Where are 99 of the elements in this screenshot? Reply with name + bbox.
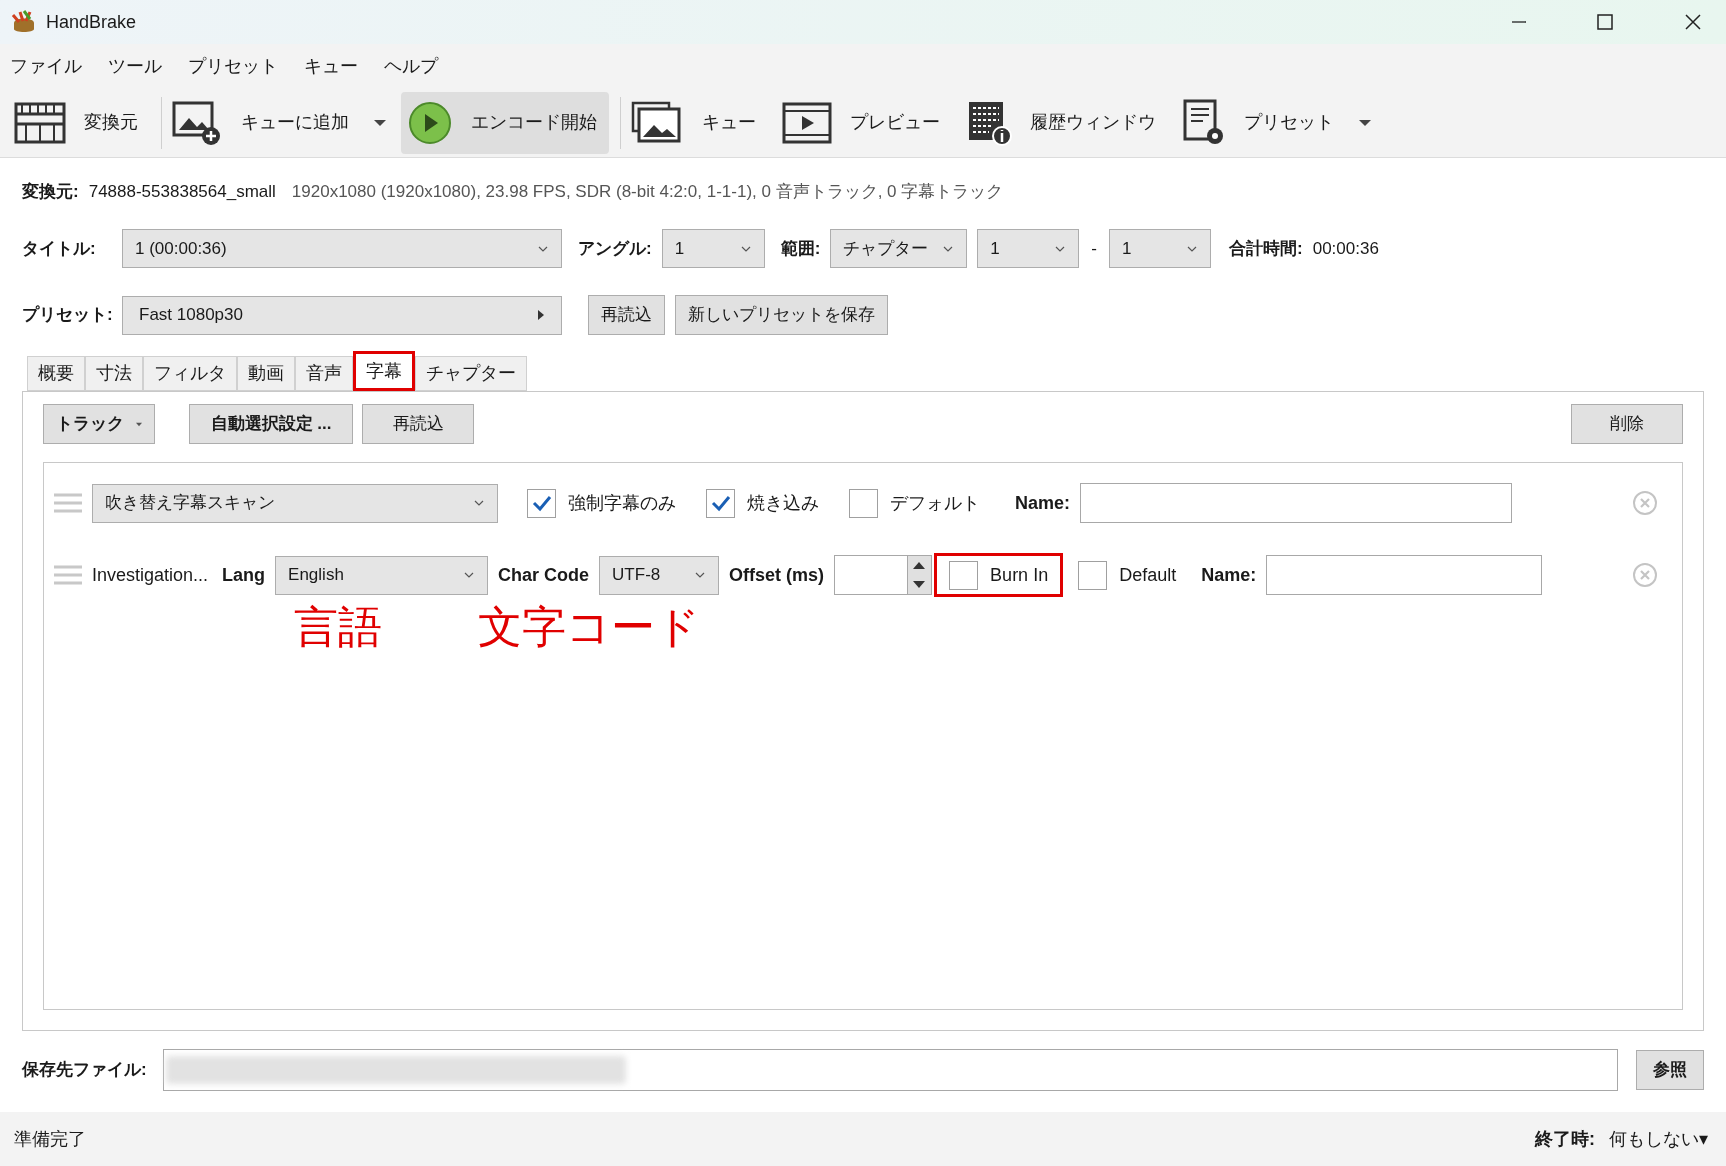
annotation-label: 文字コード: [478, 605, 700, 649]
maximize-icon[interactable]: [1596, 13, 1614, 31]
language-select[interactable]: English: [275, 555, 489, 595]
checkbox-label: 強制字幕のみ: [568, 491, 676, 515]
remove-button[interactable]: 削除: [1571, 404, 1683, 444]
when-done-dropdown[interactable]: 何もしない▾: [1609, 1125, 1708, 1153]
menu-item[interactable]: ヘルプ: [384, 52, 438, 80]
range-end-select[interactable]: 1: [1109, 229, 1211, 268]
tab[interactable]: 概要: [27, 356, 85, 391]
toolbar-button[interactable]: キュー: [624, 91, 768, 154]
range-start-select[interactable]: 1: [977, 229, 1080, 268]
remove-icon[interactable]: [1632, 562, 1658, 588]
track-source: Investigation...: [92, 563, 209, 587]
chevron-icon: [1054, 244, 1067, 253]
status-text: 準備完了: [14, 1127, 86, 1151]
log-info-icon: [966, 99, 1012, 146]
chevron-icon: [694, 571, 707, 579]
clapperboard-icon: [14, 101, 66, 144]
play-icon: [407, 99, 453, 146]
menu-item[interactable]: プリセット: [188, 52, 278, 80]
menu-item[interactable]: ツール: [108, 52, 162, 80]
angle-label: アングル:: [578, 237, 652, 260]
offset-spinner[interactable]: [834, 555, 933, 595]
menu-item[interactable]: キュー: [304, 52, 358, 80]
checkbox[interactable]: [849, 488, 878, 518]
checkbox[interactable]: [527, 488, 556, 518]
chevron-icon: [537, 244, 549, 253]
toolbar-button[interactable]: 変換元: [8, 91, 150, 154]
caret-right-icon: [537, 309, 545, 321]
drag-handle-icon[interactable]: [54, 492, 82, 514]
annotation-label: 言語: [294, 605, 382, 649]
caret-icon: [136, 420, 142, 428]
tab[interactable]: チャプター: [415, 356, 527, 391]
charcode-label: Char Code: [498, 563, 590, 587]
menu-item[interactable]: ファイル: [10, 52, 82, 80]
chevron-icon: [1186, 244, 1198, 253]
drag-handle-icon[interactable]: [54, 564, 82, 586]
caret-icon: [373, 118, 387, 127]
save-preset-button[interactable]: 新しいプリセットを保存: [675, 295, 888, 335]
window-title: HandBrake: [46, 10, 137, 34]
tab[interactable]: 字幕: [353, 351, 415, 391]
checkbox[interactable]: [706, 488, 735, 518]
chevron-icon: [463, 571, 476, 579]
close-icon[interactable]: [1684, 13, 1702, 31]
checkbox-label: 焼き込み: [747, 491, 819, 515]
offset-label: Offset (ms): [729, 563, 825, 587]
reload-preset-button[interactable]: 再読込: [588, 295, 665, 335]
toolbar-button[interactable]: プレビュー: [776, 91, 952, 154]
name-field[interactable]: [1080, 483, 1513, 523]
preset-label: プリセット:: [22, 304, 112, 327]
duration-value: 00:00:36: [1312, 237, 1379, 260]
check-icon: [531, 494, 552, 512]
tab[interactable]: フィルタ: [143, 356, 237, 391]
chevron-icon: [739, 244, 752, 253]
document-settings-icon: [1182, 98, 1226, 147]
name-label: Name:: [1201, 563, 1257, 587]
destination-label: 保存先ファイル:: [22, 1059, 147, 1082]
destination-field[interactable]: [162, 1049, 1618, 1091]
toolbar-button[interactable]: エンコード開始: [401, 91, 609, 154]
tab[interactable]: 寸法: [85, 356, 143, 391]
browse-button[interactable]: 参照: [1636, 1050, 1704, 1090]
toolbar-button[interactable]: プリセット: [1176, 91, 1378, 154]
stacked-images-icon: [630, 99, 684, 146]
chevron-icon: [473, 499, 485, 507]
scan-select[interactable]: 吹き替え字幕スキャン: [92, 483, 498, 523]
angle-select[interactable]: 1: [661, 229, 765, 268]
range-label: 範囲:: [780, 237, 821, 260]
caret-icon: [1358, 118, 1372, 127]
tab[interactable]: 動画: [237, 356, 295, 391]
range-select[interactable]: チャプター: [830, 229, 968, 268]
range-separator: -: [1091, 237, 1097, 260]
preset-select[interactable]: Fast 1080p30: [122, 295, 562, 335]
check-icon: [710, 494, 731, 512]
chevron-icon: [942, 244, 955, 253]
when-done-label: 終了時:: [1535, 1127, 1595, 1151]
checkbox-label: デフォルト: [890, 491, 980, 515]
checkbox-label: Burn In: [990, 563, 1049, 587]
name-label: Name:: [1015, 491, 1071, 515]
toolbar-button[interactable]: 履歴ウィンドウ: [960, 91, 1168, 154]
source-name: 74888-553838564_small: [88, 181, 276, 204]
track-button[interactable]: トラック: [43, 404, 155, 444]
title-label: タイトル:: [22, 237, 97, 260]
checkbox[interactable]: [949, 560, 979, 590]
source-info: 1920x1080 (1920x1080), 23.98 FPS, SDR (8-bit 4:2:0, 1-1-1), 0 音声トラック, 0 字幕トラック: [291, 181, 1004, 204]
charcode-select[interactable]: UTF-8: [599, 555, 720, 595]
name-field[interactable]: [1266, 555, 1543, 595]
title-select[interactable]: 1 (00:00:36): [122, 229, 562, 268]
tab[interactable]: 音声: [295, 356, 353, 391]
remove-icon[interactable]: [1632, 490, 1658, 516]
checkbox[interactable]: [1078, 560, 1108, 590]
source-label: 変換元:: [22, 181, 79, 204]
film-play-icon: [782, 101, 832, 144]
duration-label: 合計時間:: [1229, 237, 1303, 260]
auto-select-button[interactable]: 自動選択設定 ...: [189, 404, 353, 444]
toolbar-button[interactable]: キューに追加: [165, 91, 393, 154]
reload-button[interactable]: 再読込: [362, 404, 474, 444]
image-add-icon: [171, 99, 223, 146]
lang-label: Lang: [222, 563, 266, 587]
checkbox-label: Default: [1119, 563, 1177, 587]
